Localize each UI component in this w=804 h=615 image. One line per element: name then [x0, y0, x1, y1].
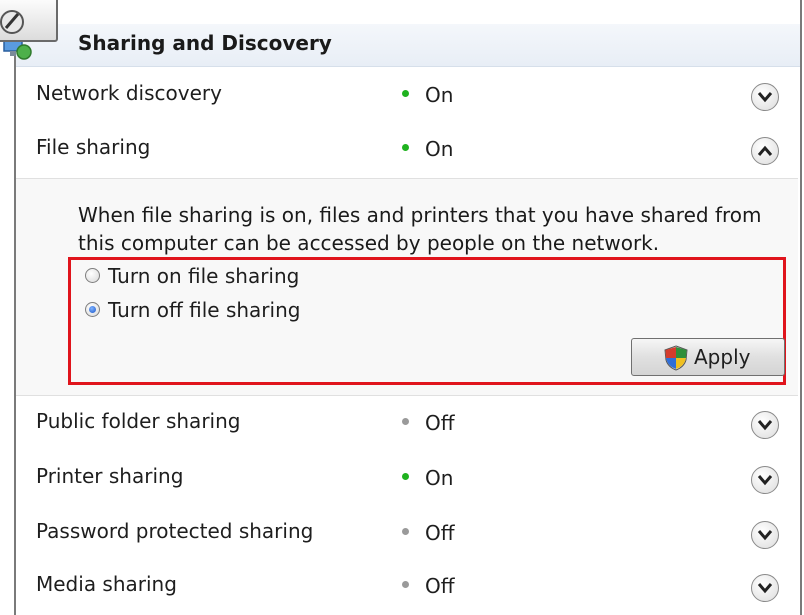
chevron-down-icon	[757, 420, 773, 431]
edit-tool-button[interactable]	[0, 0, 58, 42]
status-on-dot	[402, 473, 409, 480]
expand-public-folder-sharing-button[interactable]	[751, 411, 779, 439]
row-printer-sharing: Printer sharing On	[16, 453, 798, 505]
chevron-up-icon	[757, 145, 773, 156]
turn-off-file-sharing-option[interactable]: Turn off file sharing	[85, 298, 300, 322]
apply-label: Apply	[694, 345, 751, 369]
network-discovery-status: On	[402, 83, 453, 107]
public-folder-sharing-label: Public folder sharing	[36, 409, 241, 433]
network-discovery-label: Network discovery	[36, 81, 222, 105]
expand-printer-sharing-button[interactable]	[751, 466, 779, 494]
turn-off-file-sharing-label: Turn off file sharing	[108, 298, 301, 322]
status-off-dot	[402, 418, 409, 425]
status-on-dot	[402, 144, 409, 151]
chevron-down-icon	[757, 530, 773, 541]
file-sharing-description: When file sharing is on, files and print…	[78, 203, 762, 255]
chevron-down-icon	[757, 475, 773, 486]
printer-sharing-status: On	[402, 466, 453, 490]
status-off-dot	[402, 528, 409, 535]
section-header: Sharing and Discovery	[16, 24, 800, 67]
media-sharing-label: Media sharing	[36, 572, 177, 596]
turn-on-file-sharing-label: Turn on file sharing	[108, 264, 300, 288]
status-text: On	[425, 466, 454, 490]
password-protected-sharing-label: Password protected sharing	[36, 519, 314, 543]
public-folder-sharing-status: Off	[402, 411, 455, 435]
status-off-dot	[402, 581, 409, 588]
file-sharing-status: On	[402, 137, 453, 161]
status-text: On	[425, 137, 454, 161]
expand-media-sharing-button[interactable]	[751, 574, 779, 602]
printer-sharing-label: Printer sharing	[36, 464, 184, 488]
pencil-icon	[0, 10, 24, 34]
status-text: On	[425, 83, 454, 107]
status-text: Off	[425, 521, 455, 545]
chevron-down-icon	[757, 583, 773, 594]
status-on-dot	[402, 90, 409, 97]
chevron-down-icon	[757, 92, 773, 103]
collapse-file-sharing-button[interactable]	[751, 137, 779, 165]
row-network-discovery: Network discovery On	[16, 70, 798, 122]
password-protected-sharing-status: Off	[402, 521, 455, 545]
media-sharing-status: Off	[402, 574, 455, 598]
row-public-folder-sharing: Public folder sharing Off	[16, 398, 798, 450]
radio-checked[interactable]	[85, 302, 100, 317]
turn-on-file-sharing-option[interactable]: Turn on file sharing	[85, 264, 299, 288]
status-text: Off	[425, 574, 455, 598]
section-title: Sharing and Discovery	[78, 31, 332, 55]
uac-shield-icon	[664, 345, 688, 371]
radio-unchecked[interactable]	[85, 268, 100, 283]
file-sharing-label: File sharing	[36, 135, 151, 159]
row-media-sharing: Media sharing Off	[16, 561, 798, 613]
file-sharing-details: When file sharing is on, files and print…	[16, 178, 798, 396]
expand-network-discovery-button[interactable]	[751, 83, 779, 111]
row-file-sharing: File sharing On	[16, 124, 798, 176]
row-password-protected-sharing: Password protected sharing Off	[16, 508, 798, 560]
apply-button[interactable]: Apply	[631, 338, 785, 376]
expand-password-protected-sharing-button[interactable]	[751, 521, 779, 549]
highlight-box: Turn on file sharing Turn off file shari…	[68, 257, 786, 385]
status-text: Off	[425, 411, 455, 435]
